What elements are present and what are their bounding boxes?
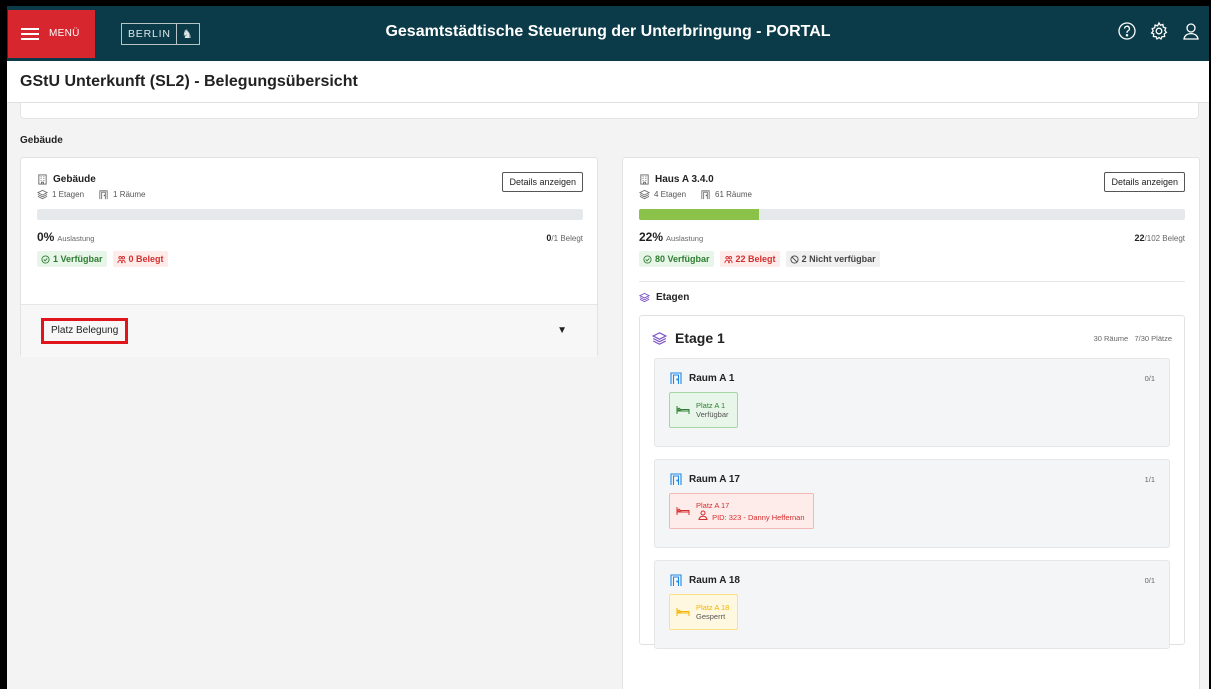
building-card-right: Haus A 3.4.0 Details anzeigen 4 Etagen 6… (622, 157, 1200, 689)
occupied-total: /1 Belegt (551, 234, 583, 243)
room-count: 0/1 (1144, 576, 1155, 585)
occupied-badge: 0 Belegt (112, 251, 168, 267)
floors-section-label: Etagen (656, 292, 690, 303)
place-assignment-accordion[interactable]: Platz Belegung ▼ (21, 304, 597, 357)
header-card (20, 103, 1199, 119)
building-name: Gebäude (53, 174, 96, 185)
room-name: Raum A 1 (689, 372, 735, 384)
occupancy-label: Auslastung (666, 234, 704, 243)
occupancy-bar (639, 209, 1185, 220)
help-icon[interactable] (1117, 21, 1137, 41)
berlin-logo[interactable]: BERLIN ♞ (121, 22, 201, 45)
occupancy-label: Auslastung (57, 234, 95, 243)
details-button[interactable]: Details anzeigen (1104, 172, 1185, 192)
place-name: Platz A 17 (696, 500, 730, 510)
floor-rooms-count: 30 Räume (1093, 333, 1129, 343)
occupancy-bar (37, 209, 583, 220)
occupancy-percent: 22% (639, 230, 664, 244)
place-tile[interactable]: Platz A 1 Verfügbar (669, 392, 738, 428)
available-badge: 80 Verfügbar (639, 251, 714, 267)
place-name: Platz A 1 (696, 401, 726, 410)
room-name: Raum A 17 (689, 473, 740, 485)
bed-icon (676, 507, 690, 515)
layers-icon (639, 292, 650, 303)
unavailable-badge: 2 Nicht verfügbar (785, 251, 880, 267)
caret-down-icon: ▼ (557, 325, 567, 336)
room-card: Raum A 17 1/1 Platz A 17 PID: 323 - Dann… (654, 459, 1170, 548)
page-header: GStU Unterkunft (SL2) - Belegungsübersic… (7, 61, 1209, 103)
floor-card: Etage 1 30 Räume 7/30 Plätze Raum A 1 0/… (639, 315, 1185, 649)
place-tile[interactable]: Platz A 17 PID: 323 - Danny Heffernan (669, 493, 814, 529)
top-bar: MENÜ BERLIN ♞ Gesamtstädtische Steuerung… (7, 6, 1209, 61)
occupied-count: 22 (1134, 233, 1145, 243)
hamburger-icon (21, 27, 39, 41)
page-title: GStU Unterkunft (SL2) - Belegungsübersic… (20, 72, 358, 90)
person-icon (698, 510, 708, 520)
accordion-label: Platz Belegung (41, 318, 129, 344)
details-button[interactable]: Details anzeigen (502, 172, 583, 192)
place-name: Platz A 18 (696, 603, 730, 612)
app-frame: MENÜ BERLIN ♞ Gesamtstädtische Steuerung… (7, 6, 1209, 689)
room-count: 0/1 (1144, 374, 1155, 383)
room-count: 1/1 (1144, 475, 1155, 484)
occupancy-percent: 0% (37, 230, 55, 244)
section-label: Gebäude (20, 135, 63, 146)
occupancy-bar-fill (639, 209, 760, 220)
occupied-badge: 22 Belegt (719, 251, 780, 267)
floor-name: Etage 1 (675, 330, 725, 346)
door-icon (670, 372, 682, 384)
user-icon[interactable] (1181, 21, 1201, 41)
bed-icon (676, 406, 690, 414)
place-status: PID: 323 - Danny Heffernan (696, 510, 805, 522)
check-circle-icon (41, 254, 50, 264)
menu-label: MENÜ (49, 28, 80, 39)
available-badge: 1 Verfügbar (37, 251, 107, 267)
people-icon (116, 255, 126, 263)
check-circle-icon (643, 254, 652, 264)
building-card-left: Gebäude Details anzeigen 1 Etagen 1 Räum… (20, 157, 598, 357)
room-name: Raum A 18 (689, 574, 740, 586)
people-icon (723, 255, 733, 263)
room-card: Raum A 18 0/1 Platz A 18 Gesperrt (654, 560, 1170, 649)
bed-icon (676, 608, 690, 616)
blocked-icon (790, 254, 799, 264)
logo-text: BERLIN (128, 27, 171, 40)
door-icon (670, 574, 682, 586)
building-icon (38, 174, 47, 185)
bear-icon: ♞ (181, 26, 194, 41)
place-status: Gesperrt (696, 612, 726, 621)
room-card: Raum A 1 0/1 Platz A 1 Verfügbar (654, 358, 1170, 447)
door-icon (670, 473, 682, 485)
place-status: Verfügbar (696, 410, 729, 419)
building-name: Haus A 3.4.0 (655, 174, 714, 185)
floor-places-count: 7/30 Plätze (1134, 333, 1172, 343)
layers-icon (652, 331, 667, 345)
building-icon (640, 174, 649, 185)
menu-button[interactable]: MENÜ (8, 9, 95, 58)
gear-icon[interactable] (1149, 21, 1169, 41)
place-tile[interactable]: Platz A 18 Gesperrt (669, 594, 739, 630)
occupied-total: /102 Belegt (1144, 234, 1185, 243)
